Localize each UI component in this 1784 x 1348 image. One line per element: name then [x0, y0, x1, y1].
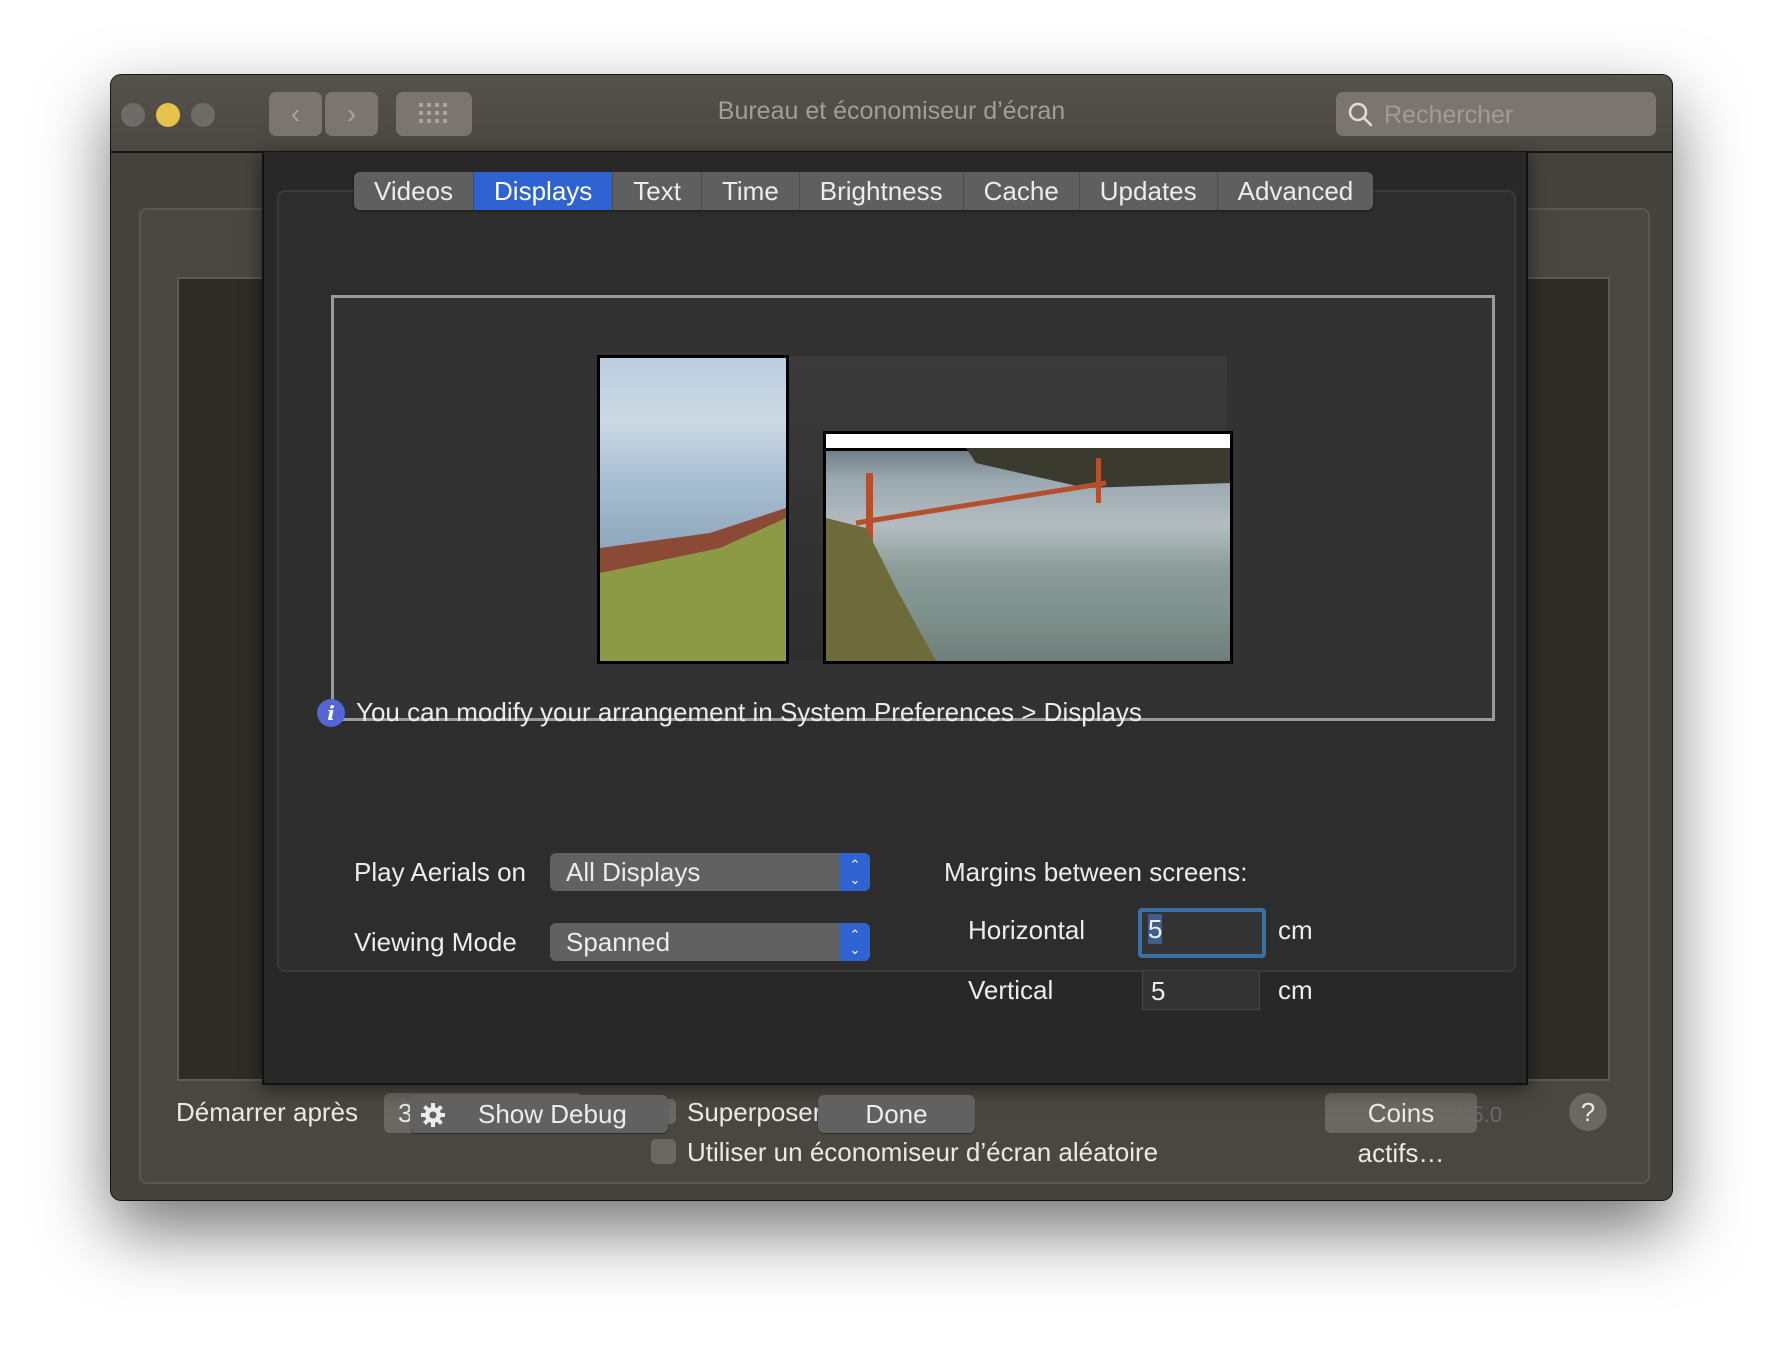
tab-time[interactable]: Time: [702, 172, 800, 210]
vertical-unit: cm: [1278, 975, 1313, 1005]
display-right: [823, 431, 1233, 664]
preferences-window: ‹ › Bureau et économiseur d’écran Recher…: [111, 75, 1672, 1200]
play-on-value: All Displays: [566, 857, 701, 887]
horizontal-label: Horizontal: [968, 915, 1086, 945]
horizontal-margin-value: 5: [1148, 914, 1163, 944]
version-label: 1.5.0: [1453, 1102, 1502, 1127]
vertical-margin-input[interactable]: 5: [1142, 970, 1260, 1010]
updown-chevron-icon: ⌃⌄: [840, 923, 870, 961]
tab-advanced[interactable]: Advanced: [1218, 172, 1374, 210]
viewing-mode-value: Spanned: [566, 927, 671, 957]
play-on-select[interactable]: All Displays ⌃ ⌄: [550, 853, 870, 891]
gear-icon: [421, 1103, 445, 1127]
tab-videos[interactable]: Videos: [354, 172, 475, 210]
search-icon: [1348, 102, 1373, 127]
tab-displays[interactable]: Displays: [474, 172, 614, 210]
tab-cache[interactable]: Cache: [964, 172, 1080, 210]
display-arrangement-preview: [331, 295, 1495, 721]
title-bar: ‹ › Bureau et économiseur d’écran Recher…: [111, 75, 1672, 153]
info-text: You can modify your arrangement in Syste…: [356, 697, 1142, 727]
vertical-margin-value: 5: [1151, 976, 1166, 1006]
horizontal-margin-input[interactable]: 5: [1138, 908, 1266, 958]
updown-chevron-icon: ⌃⌄: [840, 853, 870, 891]
tab-bar: Videos Displays Text Time Brightness Cac…: [354, 172, 1374, 210]
show-debug-button[interactable]: Show Debug: [410, 1095, 668, 1133]
random-saver-checkbox[interactable]: [651, 1139, 676, 1164]
show-debug-label: Show Debug: [478, 1099, 627, 1129]
display-left: [597, 355, 789, 664]
help-button[interactable]: ?: [1569, 1093, 1607, 1131]
tab-text[interactable]: Text: [613, 172, 702, 210]
horizontal-unit: cm: [1278, 915, 1313, 945]
aerial-settings-sheet: Videos Displays Text Time Brightness Cac…: [262, 152, 1528, 1133]
vertical-label: Vertical: [968, 975, 1054, 1005]
viewing-mode-select[interactable]: Spanned ⌃ ⌄: [550, 923, 870, 961]
play-on-label: Play Aerials on: [354, 857, 526, 887]
search-placeholder: Rechercher: [1384, 101, 1514, 129]
tab-content: [277, 190, 1516, 972]
margins-label: Margins between screens:: [944, 857, 1248, 887]
random-saver-label: Utiliser un économiseur d’écran aléatoir…: [687, 1137, 1159, 1167]
viewing-mode-label: Viewing Mode: [354, 927, 517, 957]
aerial-image-left: [600, 508, 786, 661]
done-button[interactable]: Done: [818, 1095, 975, 1133]
tab-updates[interactable]: Updates: [1080, 172, 1218, 210]
tab-brightness[interactable]: Brightness: [800, 172, 964, 210]
search-field[interactable]: Rechercher: [1336, 92, 1656, 136]
aerial-image-right: [826, 448, 1230, 661]
info-icon: i: [317, 699, 345, 727]
start-after-label: Démarrer après: [176, 1097, 359, 1127]
